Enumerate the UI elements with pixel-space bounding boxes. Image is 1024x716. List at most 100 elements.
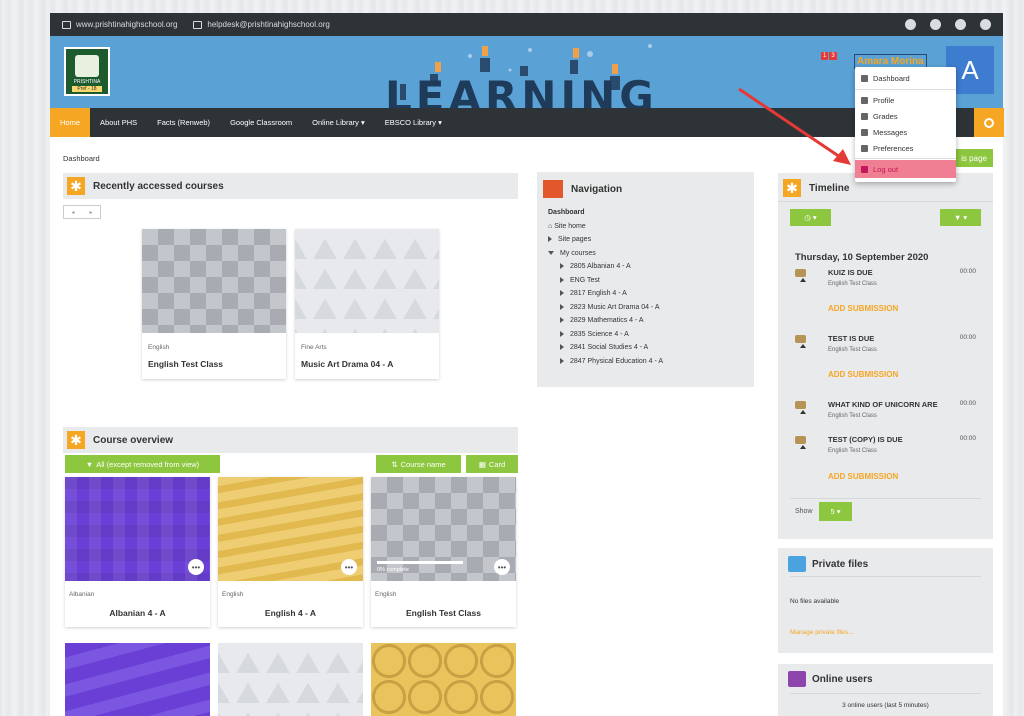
timeline-date: Thursday, 10 September 2020 bbox=[795, 252, 929, 263]
nav-course[interactable]: ENG Test bbox=[548, 274, 754, 288]
nav-my-courses[interactable]: My courses bbox=[548, 247, 754, 261]
nav-facts[interactable]: Facts (Renweb) bbox=[147, 108, 220, 137]
asterisk-icon: ✱ bbox=[67, 177, 85, 195]
user-icon bbox=[861, 97, 868, 104]
more-options-icon[interactable]: ••• bbox=[341, 559, 357, 575]
nav-course[interactable]: 2817 English 4 - A bbox=[548, 287, 754, 301]
assignment-icon bbox=[795, 267, 813, 285]
nav-course[interactable]: 2829 Mathematics 4 - A bbox=[548, 314, 754, 328]
course-name[interactable]: English 4 - A bbox=[218, 608, 363, 618]
dashboard-icon bbox=[861, 75, 868, 82]
asterisk-icon: ✱ bbox=[783, 179, 801, 197]
timeline-block: ✱ Timeline ◷ ▾ ▼ ▾ Thursday, 10 Septembe… bbox=[778, 173, 993, 539]
more-options-icon[interactable]: ••• bbox=[494, 559, 510, 575]
timeline-sort-filter[interactable]: ▼ ▾ bbox=[940, 209, 981, 226]
course-card[interactable]: ••• English English 4 - A bbox=[218, 477, 363, 627]
filter-icon: ▼ ▾ bbox=[953, 213, 968, 222]
add-submission-link[interactable]: ADD SUBMISSION bbox=[828, 304, 898, 313]
progress-bar bbox=[377, 561, 463, 564]
customise-page-button[interactable]: is page bbox=[955, 149, 993, 167]
online-users-block: Online users 3 online users (last 5 minu… bbox=[778, 664, 993, 716]
top-info-bar: www.prishtinahighschool.org helpdesk@pri… bbox=[50, 13, 1003, 36]
course-image bbox=[142, 229, 286, 333]
grid-icon: ▦ bbox=[478, 459, 486, 469]
manage-private-files-link[interactable]: Manage private files... bbox=[790, 629, 854, 636]
show-count-dropdown[interactable]: 5 ▾ bbox=[819, 502, 852, 521]
nav-course[interactable]: 2847 Physical Education 4 - A bbox=[548, 355, 754, 369]
sort-icon: ⇅ bbox=[391, 459, 398, 469]
course-image[interactable] bbox=[371, 643, 516, 716]
search-button[interactable] bbox=[974, 108, 1004, 137]
chevron-right-icon bbox=[560, 276, 564, 283]
chevron-right-icon bbox=[560, 317, 564, 324]
nav-course[interactable]: 2835 Science 4 - A bbox=[548, 328, 754, 342]
chevron-right-icon bbox=[548, 236, 552, 243]
notification-badges[interactable]: 1 3 bbox=[821, 52, 837, 60]
nav-course[interactable]: 2805 Albanian 4 - A bbox=[548, 260, 754, 274]
course-name[interactable]: English Test Class bbox=[148, 359, 223, 369]
nav-home[interactable]: Home bbox=[50, 108, 91, 137]
table-icon bbox=[861, 113, 868, 120]
chevron-right-icon bbox=[560, 263, 564, 270]
menu-logout[interactable]: Log out bbox=[855, 160, 956, 178]
sort-dropdown[interactable]: ⇅ Course name bbox=[376, 455, 461, 473]
course-name[interactable]: Albanian 4 - A bbox=[65, 608, 210, 618]
asterisk-icon: ✱ bbox=[67, 431, 85, 449]
filter-dropdown[interactable]: ▼ All (except removed from view) bbox=[65, 455, 220, 473]
course-card[interactable]: 0% complete ••• English English Test Cla… bbox=[371, 477, 516, 627]
filter-icon: ▼ bbox=[85, 459, 94, 469]
school-logo[interactable]: PRISHTINA Pref - 18 bbox=[64, 47, 110, 96]
chevron-right-icon bbox=[560, 290, 564, 297]
nav-site-pages[interactable]: Site pages bbox=[548, 233, 754, 247]
user-menu-dropdown: Dashboard Profile Grades Messages Prefer… bbox=[855, 67, 956, 182]
next-button[interactable]: ▸ bbox=[89, 209, 92, 216]
prev-button[interactable]: ◂ bbox=[71, 209, 74, 216]
nav-course[interactable]: 2841 Social Studies 4 - A bbox=[548, 341, 754, 355]
bookmark-icon bbox=[62, 20, 71, 29]
recent-course-card[interactable]: Fine Arts Music Art Drama 04 - A bbox=[295, 229, 439, 379]
more-options-icon[interactable]: ••• bbox=[188, 559, 204, 575]
breadcrumb[interactable]: Dashboard bbox=[63, 154, 100, 163]
course-card[interactable]: ••• Albanian Albanian 4 - A bbox=[65, 477, 210, 627]
hero-text: LEARNING bbox=[385, 72, 658, 108]
tree-emblem-icon bbox=[75, 55, 99, 77]
add-submission-link[interactable]: ADD SUBMISSION bbox=[828, 472, 898, 481]
menu-messages[interactable]: Messages bbox=[855, 125, 956, 140]
course-name[interactable]: English Test Class bbox=[371, 608, 516, 618]
nav-about[interactable]: About PHS bbox=[90, 108, 147, 137]
twitter-icon[interactable] bbox=[930, 19, 941, 30]
nav-google-classroom[interactable]: Google Classroom bbox=[220, 108, 302, 137]
nav-ebsco-library[interactable]: EBSCO Library ▾ bbox=[375, 108, 452, 137]
add-submission-link[interactable]: ADD SUBMISSION bbox=[828, 370, 898, 379]
menu-dashboard[interactable]: Dashboard bbox=[855, 71, 956, 86]
recent-course-card[interactable]: English English Test Class bbox=[142, 229, 286, 379]
course-image: ••• bbox=[65, 477, 210, 581]
course-name[interactable]: Music Art Drama 04 - A bbox=[301, 359, 393, 369]
private-files-block: Private files No files available Manage … bbox=[778, 548, 993, 653]
nav-online-library[interactable]: Online Library ▾ bbox=[302, 108, 375, 137]
course-image[interactable] bbox=[218, 643, 363, 716]
nav-dashboard[interactable]: Dashboard bbox=[548, 206, 754, 220]
nav-course[interactable]: 2823 Music Art Drama 04 - A bbox=[548, 301, 754, 315]
notification-badge[interactable]: 1 bbox=[821, 52, 829, 60]
chevron-right-icon bbox=[560, 344, 564, 351]
menu-grades[interactable]: Grades bbox=[855, 109, 956, 124]
email-link[interactable]: helpdesk@prishtinahighschool.org bbox=[193, 20, 330, 29]
facebook-icon[interactable] bbox=[905, 19, 916, 30]
course-overview-header: ✱ Course overview bbox=[63, 427, 518, 453]
menu-preferences[interactable]: Preferences bbox=[855, 141, 956, 156]
message-badge[interactable]: 3 bbox=[829, 52, 837, 60]
menu-profile[interactable]: Profile bbox=[855, 93, 956, 108]
search-icon bbox=[984, 117, 994, 128]
assignment-icon bbox=[795, 333, 813, 351]
nav-site-home[interactable]: ⌂ Site home bbox=[548, 220, 754, 234]
navigation-block: Navigation Dashboard ⌂ Site home Site pa… bbox=[537, 172, 754, 387]
website-link[interactable]: www.prishtinahighschool.org bbox=[62, 20, 177, 29]
comment-icon bbox=[861, 129, 868, 136]
youtube-icon[interactable] bbox=[980, 19, 991, 30]
timeline-date-filter[interactable]: ◷ ▾ bbox=[790, 209, 831, 226]
instagram-icon[interactable] bbox=[955, 19, 966, 30]
course-image[interactable] bbox=[65, 643, 210, 716]
view-dropdown[interactable]: ▦ Card bbox=[466, 455, 518, 473]
clock-icon: ◷ ▾ bbox=[804, 213, 817, 222]
